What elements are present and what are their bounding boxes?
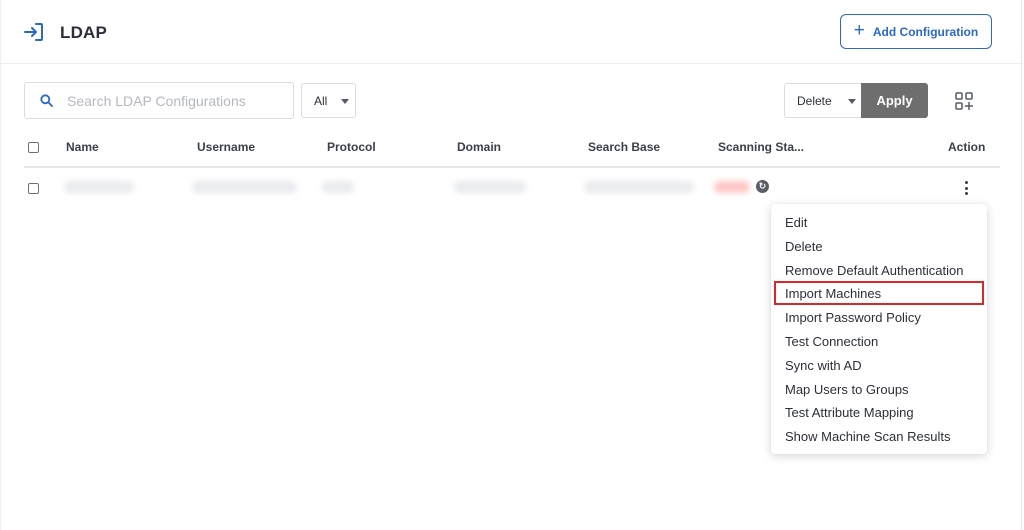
menu-item-test-connection[interactable]: Test Connection (771, 330, 987, 354)
add-configuration-button[interactable]: + Add Configuration (840, 14, 992, 49)
bulk-action-selected-value: Delete (797, 93, 832, 108)
redacted-username (192, 181, 297, 193)
add-configuration-label: Add Configuration (872, 24, 979, 39)
menu-item-test-attribute-mapping[interactable]: Test Attribute Mapping (771, 401, 987, 425)
menu-item-map-users-to-groups[interactable]: Map Users to Groups (771, 378, 987, 402)
column-header-protocol[interactable]: Protocol (327, 140, 376, 154)
column-header-search-base[interactable]: Search Base (588, 140, 660, 154)
column-header-scanning-status[interactable]: Scanning Sta... (718, 140, 804, 154)
menu-item-import-password-policy[interactable]: Import Password Policy (771, 306, 987, 330)
row-action-menu: Edit Delete Remove Default Authenticatio… (771, 204, 987, 454)
search-box (24, 82, 294, 119)
table-row: ↻ (24, 169, 1000, 207)
kebab-menu-icon[interactable] (960, 180, 972, 196)
apply-button[interactable]: Apply (861, 83, 928, 118)
filter-select[interactable]: All (301, 83, 356, 118)
menu-item-edit[interactable]: Edit (771, 211, 987, 235)
table-header: Name Username Protocol Domain Search Bas… (24, 128, 1000, 168)
column-header-action: Action (948, 140, 986, 154)
column-header-name[interactable]: Name (66, 140, 99, 154)
filter-selected-value: All (314, 93, 328, 108)
refresh-icon[interactable]: ↻ (756, 180, 769, 193)
plus-icon: + (853, 20, 865, 41)
column-header-domain[interactable]: Domain (457, 140, 501, 154)
app-frame: LDAP + Add Configuration All Delete Appl… (0, 0, 1023, 530)
menu-item-show-machine-scan-results[interactable]: Show Machine Scan Results (771, 425, 987, 449)
chevron-down-icon (848, 99, 856, 104)
redacted-domain (454, 181, 526, 193)
row-checkbox[interactable] (28, 183, 39, 194)
page-title: LDAP (60, 23, 108, 42)
menu-item-delete[interactable]: Delete (771, 235, 987, 259)
bulk-action-select[interactable]: Delete (784, 83, 862, 118)
menu-item-remove-default-authentication[interactable]: Remove Default Authentication (771, 259, 987, 283)
redacted-scanning-status (714, 181, 750, 193)
redacted-search-base (584, 181, 694, 193)
redacted-protocol (322, 181, 354, 193)
column-header-username[interactable]: Username (197, 140, 255, 154)
menu-item-sync-with-ad[interactable]: Sync with AD (771, 354, 987, 378)
login-arrow-icon (24, 23, 43, 41)
grid-add-icon[interactable] (955, 92, 973, 110)
redacted-name (64, 181, 134, 193)
search-input[interactable] (67, 92, 287, 109)
page-header: LDAP + Add Configuration (1, 0, 1023, 64)
chevron-down-icon (341, 99, 349, 104)
search-icon (25, 94, 67, 107)
menu-item-import-machines[interactable]: Import Machines (771, 282, 987, 306)
select-all-checkbox[interactable] (28, 142, 39, 153)
